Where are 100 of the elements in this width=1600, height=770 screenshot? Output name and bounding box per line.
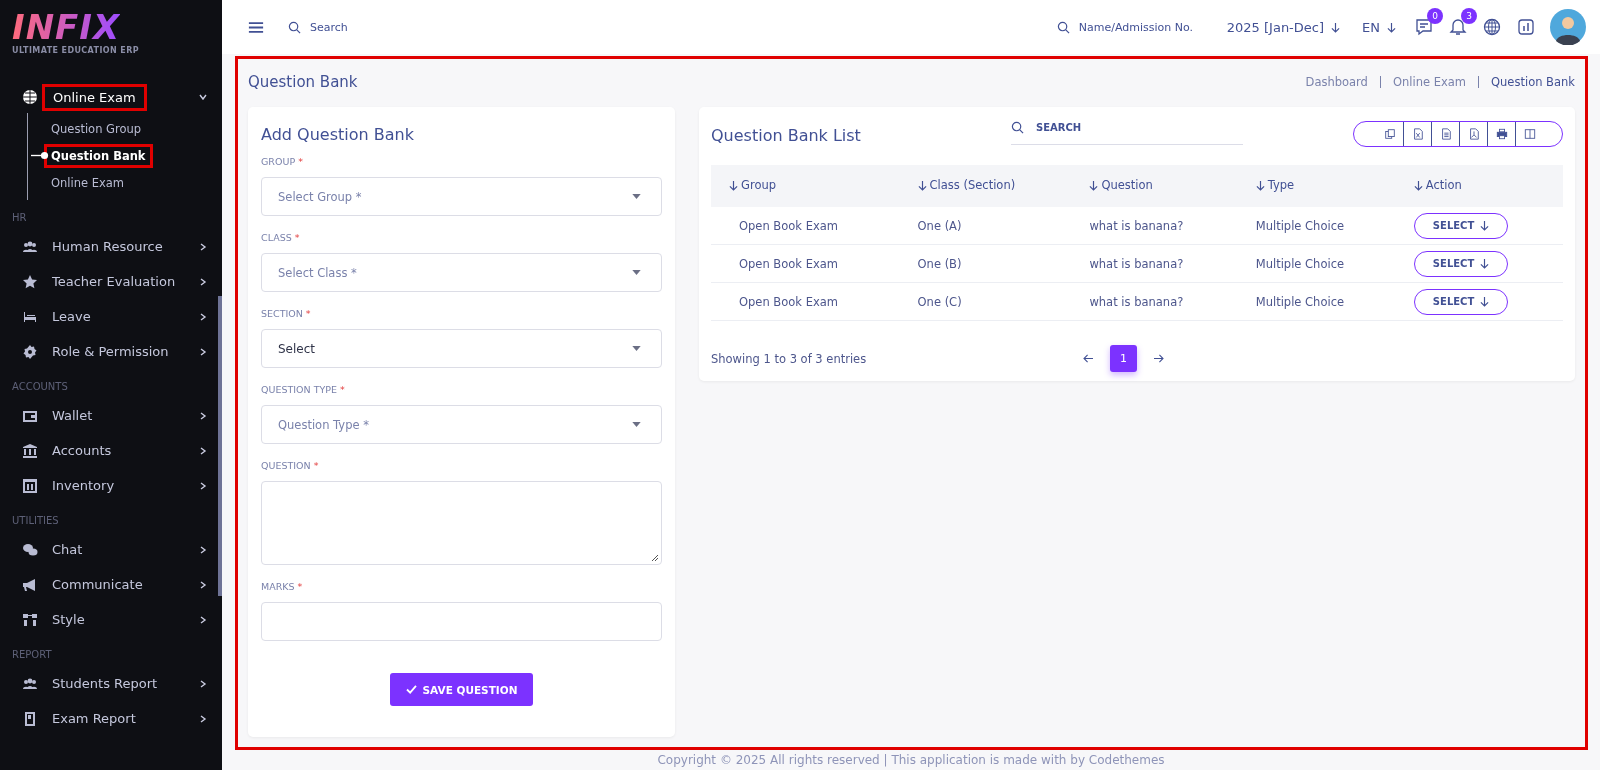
select-dropdown-button[interactable]: SELECT <box>1413 288 1509 315</box>
menu-icon[interactable] <box>248 20 264 34</box>
page-button[interactable]: 1 <box>1110 345 1137 372</box>
bank-icon <box>22 442 38 459</box>
field-label: SECTION <box>261 308 303 319</box>
arrow-down-icon <box>1331 21 1341 33</box>
submenu-item[interactable]: Question Group <box>44 116 149 141</box>
menu-item[interactable]: Online Exam <box>42 83 147 111</box>
required-mark: * <box>313 460 319 471</box>
chat-icon[interactable] <box>1414 17 1434 37</box>
sitemap-icon <box>22 611 38 628</box>
previous-page-icon[interactable] <box>1083 354 1094 363</box>
chevron-icon <box>198 678 208 689</box>
sort-arrow-icon[interactable] <box>917 179 927 191</box>
submenu-item[interactable]: Online Exam <box>44 170 132 195</box>
sort-arrow-icon[interactable] <box>1255 179 1265 191</box>
pdf-icon <box>1467 128 1480 140</box>
menu-item[interactable]: Role & Permission <box>52 344 198 359</box>
table-cell: One (C) <box>917 294 962 309</box>
check-icon <box>405 685 417 694</box>
arrow-down-icon <box>1480 296 1490 307</box>
column-header[interactable]: Group <box>741 178 776 193</box>
menu-item[interactable]: Style <box>52 612 198 627</box>
dropdown-caret-icon <box>632 346 641 351</box>
breadcrumb-link[interactable]: Online Exam <box>1392 75 1466 89</box>
field-label: MARKS <box>261 581 295 592</box>
sort-arrow-icon[interactable] <box>1089 179 1099 191</box>
resize-handle-icon[interactable] <box>651 554 659 562</box>
menu-item[interactable]: Students Report <box>52 676 198 691</box>
menu-item[interactable]: Teacher Evaluation <box>52 274 198 289</box>
menu-item[interactable]: Leave <box>52 309 198 324</box>
table-cell: Multiple Choice <box>1255 294 1345 309</box>
save-question-button[interactable]: SAVE QUESTION <box>389 673 534 706</box>
search-field[interactable]: Search <box>308 19 402 35</box>
scrollbar[interactable] <box>218 296 222 596</box>
section-heading: HR <box>11 212 28 223</box>
required-mark: * <box>305 308 311 319</box>
bell-icon[interactable] <box>1448 17 1468 37</box>
active-dot-icon <box>31 151 49 160</box>
menu-item[interactable]: Exam Report <box>52 711 198 726</box>
select-field[interactable]: Select Class * <box>261 253 662 292</box>
star-icon <box>22 273 38 290</box>
section-heading: ACCOUNTS <box>11 381 69 392</box>
menu-item[interactable]: Chat <box>52 542 198 557</box>
card-title: Question Bank List <box>711 126 862 145</box>
select-field[interactable]: Question Type * <box>261 405 662 444</box>
table-cell: Multiple Choice <box>1255 256 1345 271</box>
sort-arrow-icon[interactable] <box>729 179 738 191</box>
search-icon <box>1011 121 1024 134</box>
gear-icon <box>22 343 38 360</box>
breadcrumb-link[interactable]: Dashboard <box>1305 75 1368 89</box>
input-field[interactable] <box>261 602 662 641</box>
next-page-icon[interactable] <box>1153 354 1164 363</box>
sort-arrow-icon[interactable] <box>1413 179 1423 191</box>
select-field[interactable]: Select Group * <box>261 177 662 216</box>
select-dropdown-button[interactable]: SELECT <box>1413 250 1509 277</box>
book-icon <box>22 710 38 727</box>
globe-icon[interactable] <box>1482 17 1502 37</box>
menu-item[interactable]: Accounts <box>52 443 198 458</box>
menu-item[interactable]: Inventory <box>52 478 198 493</box>
page-title: Question Bank <box>248 73 358 91</box>
session-dropdown[interactable]: 2025 [Jan-Dec] <box>1222 19 1345 35</box>
globe-icon <box>22 89 38 105</box>
chevron-icon <box>198 276 208 287</box>
submenu-item[interactable]: Question Bank <box>44 143 153 168</box>
breadcrumb-link[interactable]: Question Bank <box>1491 75 1575 89</box>
excel-icon <box>1411 128 1424 140</box>
field-label: CLASS <box>261 232 292 243</box>
required-mark: * <box>340 384 345 395</box>
print-icon <box>1495 128 1508 140</box>
menu-item[interactable]: Communicate <box>52 577 198 592</box>
arrow-down-icon <box>1480 220 1490 231</box>
required-mark: * <box>294 232 300 243</box>
chevron-icon <box>198 579 208 590</box>
select-field[interactable]: Select <box>261 329 662 368</box>
table-cell: what is banana? <box>1089 294 1184 309</box>
arrow-down-icon <box>1387 21 1396 33</box>
megaphone-icon <box>22 576 38 593</box>
required-mark: * <box>297 581 303 592</box>
column-header[interactable]: Type <box>1267 178 1295 193</box>
chevron-icon <box>198 410 208 421</box>
table-cell: what is banana? <box>1089 256 1184 271</box>
column-header[interactable]: Question <box>1101 178 1153 193</box>
copyright-text: Copyright © 2025 All rights reserved | This application is made with by Codethemes <box>657 753 1165 767</box>
student-search-field[interactable]: Name/Admission No. <box>1076 19 1209 35</box>
menu-item[interactable]: Human Resource <box>52 239 198 254</box>
column-header[interactable]: Class (Section) <box>929 178 1016 193</box>
chevron-icon <box>198 713 208 724</box>
select-dropdown-button[interactable]: SELECT <box>1413 212 1509 239</box>
menu-item[interactable]: Wallet <box>52 408 198 423</box>
chat-icon <box>22 541 38 558</box>
field-label: QUESTION <box>261 460 311 471</box>
chevron-icon <box>198 311 208 322</box>
table-cell: Open Book Exam <box>739 218 838 233</box>
chart-icon[interactable] <box>1516 17 1536 37</box>
column-header[interactable]: Action <box>1425 178 1462 193</box>
language-dropdown[interactable]: EN <box>1358 19 1400 35</box>
avatar-icon[interactable] <box>1550 9 1586 45</box>
entries-info: Showing 1 to 3 of 3 entries <box>711 351 868 366</box>
copy-icon <box>1383 128 1396 140</box>
